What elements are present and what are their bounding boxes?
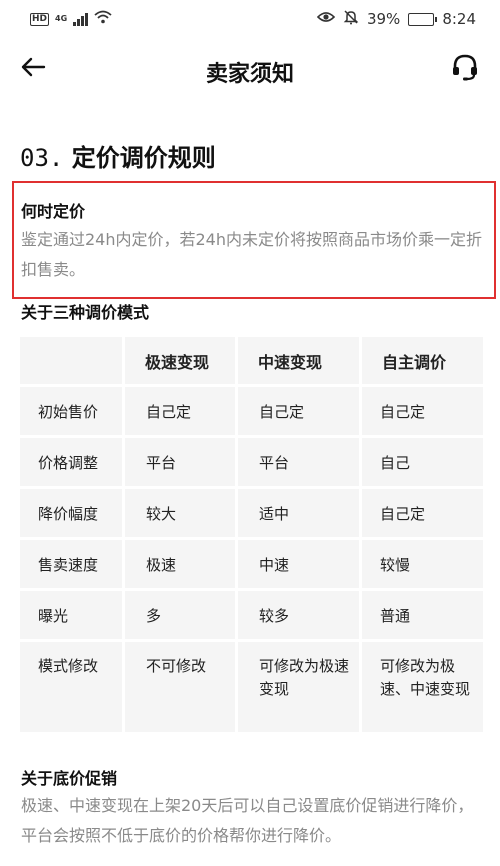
table-cell: 自己定 bbox=[238, 387, 359, 435]
nav-bar: 卖家须知 bbox=[0, 44, 500, 94]
mute-bell-icon bbox=[343, 9, 359, 29]
status-bar-left: HD 4G bbox=[30, 10, 112, 28]
table-header-self: 自主调价 bbox=[362, 337, 483, 384]
battery-percent: 39% bbox=[366, 10, 401, 28]
when-to-price-heading: 何时定价 bbox=[21, 202, 86, 221]
floor-price-heading: 关于底价促销 bbox=[21, 769, 118, 788]
table-row-label: 初始售价 bbox=[20, 387, 122, 435]
page-title: 卖家须知 bbox=[205, 62, 294, 87]
table-row-label: 价格调整 bbox=[20, 438, 122, 486]
table-row-label: 模式修改 bbox=[20, 642, 122, 732]
table-cell: 平台 bbox=[238, 438, 359, 486]
section-title-text: 定价调价规则 bbox=[71, 144, 216, 172]
table-row-label: 曝光 bbox=[20, 591, 122, 639]
table-cell: 较慢 bbox=[362, 540, 483, 588]
section-title: 03. 定价调价规则 bbox=[20, 138, 216, 173]
table-cell: 中速 bbox=[238, 540, 359, 588]
floor-price-text: 极速、中速变现在上架20天后可以自己设置底价促销进行降价，平台会按照不低于底价的… bbox=[21, 796, 474, 845]
hd-badge: HD bbox=[30, 12, 50, 26]
table-header-medium: 中速变现 bbox=[238, 337, 359, 384]
clock: 8:24 bbox=[442, 10, 476, 28]
eye-icon bbox=[316, 10, 336, 28]
table-cell: 自己定 bbox=[125, 387, 235, 435]
table-cell: 平台 bbox=[125, 438, 235, 486]
table-cell: 较多 bbox=[238, 591, 359, 639]
status-bar: HD 4G 39% 8:24 bbox=[0, 0, 500, 38]
table-cell: 多 bbox=[125, 591, 235, 639]
battery-icon bbox=[408, 12, 438, 26]
modes-table: 极速变现 中速变现 自主调价 初始售价 自己定 自己定 自己定 价格调整 平台 … bbox=[20, 337, 483, 732]
table-row-label: 售卖速度 bbox=[20, 540, 122, 588]
table-cell: 适中 bbox=[238, 489, 359, 537]
status-bar-right: 39% 8:24 bbox=[316, 9, 476, 29]
modes-heading: 关于三种调价模式 bbox=[21, 303, 150, 322]
wifi-icon bbox=[94, 10, 112, 28]
network-type: 4G bbox=[55, 14, 68, 23]
table-cell: 较大 bbox=[125, 489, 235, 537]
customer-service-button[interactable] bbox=[448, 52, 482, 86]
table-cell: 普通 bbox=[362, 591, 483, 639]
table-header-fast: 极速变现 bbox=[125, 337, 235, 384]
table-cell: 不可修改 bbox=[125, 642, 235, 732]
table-cell: 极速 bbox=[125, 540, 235, 588]
table-row-label: 降价幅度 bbox=[20, 489, 122, 537]
table-cell: 可修改为极速、中速变现 bbox=[362, 642, 483, 732]
table-cell: 自己 bbox=[362, 438, 483, 486]
table-cell: 自己定 bbox=[362, 387, 483, 435]
table-header-corner bbox=[20, 337, 122, 384]
table-cell: 自己定 bbox=[362, 489, 483, 537]
section-number: 03. bbox=[20, 144, 64, 172]
table-cell: 可修改为极速变现 bbox=[238, 642, 359, 732]
when-to-price-text: 鉴定通过24h内定价，若24h内未定价将按照商品市场价乘一定折扣售卖。 bbox=[21, 230, 483, 279]
headset-icon bbox=[450, 52, 480, 86]
signal-icon bbox=[73, 12, 89, 26]
